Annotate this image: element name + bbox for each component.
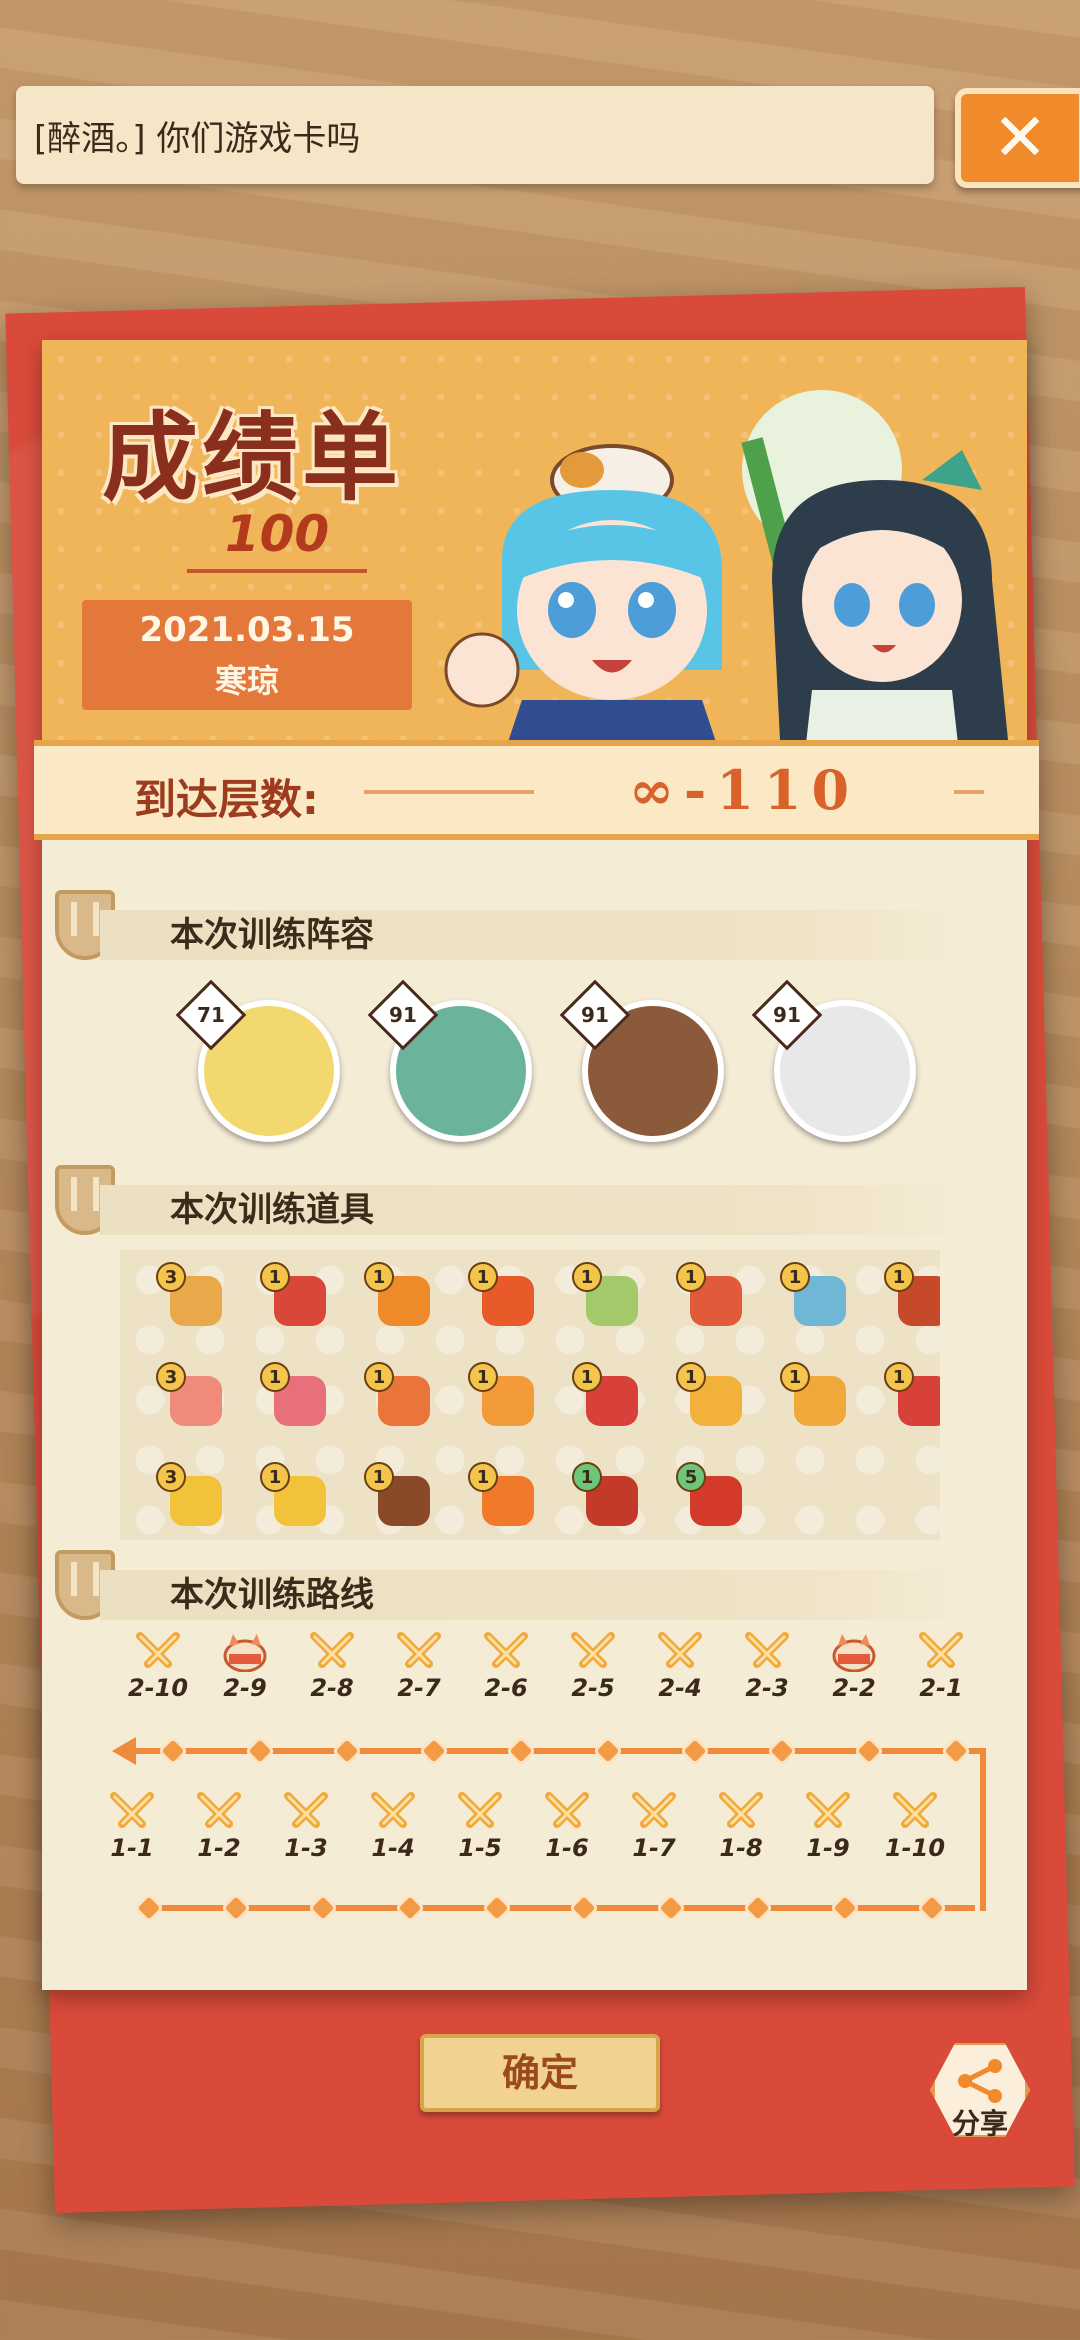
hero-level: 91	[773, 1003, 801, 1027]
item-count: 1	[780, 1262, 810, 1292]
item-slot[interactable]: 1	[780, 1262, 850, 1330]
item-slot[interactable]: 3	[156, 1262, 226, 1330]
item-slot[interactable]: 1	[260, 1362, 330, 1430]
item-slot[interactable]: 1	[884, 1262, 940, 1330]
item-count: 1	[676, 1262, 706, 1292]
close-button[interactable]: ✕	[955, 88, 1080, 188]
item-count: 1	[364, 1262, 394, 1292]
hero-level: 71	[197, 1003, 225, 1027]
items-panel: 3 1 1 1 1 1 1 1 3 1 1 1 1 1 1 1 3 1 1 1 1 5	[120, 1250, 940, 1540]
item-count: 1	[676, 1362, 706, 1392]
share-button[interactable]: 分享	[925, 2040, 1035, 2150]
hero-level: 91	[581, 1003, 609, 1027]
black-hair-character-illustration	[741, 390, 1008, 740]
item-count: 1	[572, 1462, 602, 1492]
item-slot[interactable]: 5	[676, 1462, 746, 1530]
item-slot[interactable]: 1	[260, 1262, 330, 1330]
item-count: 1	[572, 1362, 602, 1392]
chat-message-bar: [醉酒。] 你们游戏卡吗	[16, 86, 934, 184]
floor-label: 到达层数:	[134, 775, 319, 824]
floor-value: ∞-110	[534, 758, 954, 822]
player-name: 寒琼	[214, 662, 279, 700]
item-count: 5	[676, 1462, 706, 1492]
item-count: 3	[156, 1362, 186, 1392]
item-slot[interactable]: 1	[884, 1362, 940, 1430]
report-date: 2021.03.15	[139, 610, 355, 650]
item-slot[interactable]: 1	[676, 1362, 746, 1430]
item-slot[interactable]: 1	[364, 1462, 434, 1530]
item-count: 1	[572, 1262, 602, 1292]
item-slot[interactable]: 1	[260, 1462, 330, 1530]
hero-level: 91	[389, 1003, 417, 1027]
item-slot[interactable]: 1	[468, 1462, 538, 1530]
report-title: 成绩单	[102, 401, 402, 514]
route-section-heading: 本次训练路线	[100, 1570, 970, 1620]
items-section-heading: 本次训练道具	[100, 1185, 970, 1235]
item-slot[interactable]: 3	[156, 1362, 226, 1430]
item-slot[interactable]: 1	[364, 1362, 434, 1430]
item-count: 1	[260, 1462, 290, 1492]
item-slot[interactable]: 1	[572, 1362, 642, 1430]
item-count: 1	[468, 1362, 498, 1392]
item-count: 1	[260, 1362, 290, 1392]
item-slot[interactable]: 3	[156, 1462, 226, 1530]
item-slot[interactable]: 1	[572, 1262, 642, 1330]
floor-reached-bar: 到达层数: ∞-110	[34, 740, 1039, 840]
item-slot[interactable]: 1	[780, 1362, 850, 1430]
item-slot[interactable]: 1	[364, 1262, 434, 1330]
date-player-box: 2021.03.15 寒琼	[82, 600, 412, 710]
chat-message-text: [醉酒。] 你们游戏卡吗	[34, 118, 361, 159]
confirm-button[interactable]: 确定	[420, 2034, 660, 2112]
item-count: 1	[364, 1462, 394, 1492]
team-section-heading: 本次训练阵容	[100, 910, 970, 960]
item-count: 1	[468, 1262, 498, 1292]
item-count: 1	[260, 1262, 290, 1292]
item-count: 1	[780, 1362, 810, 1392]
item-count: 1	[364, 1362, 394, 1392]
item-count: 1	[884, 1262, 914, 1292]
item-count: 1	[884, 1362, 914, 1392]
item-count: 3	[156, 1462, 186, 1492]
report-card: 成绩单 100 2021.03.15 寒琼 到达层数: ∞-110	[34, 340, 1039, 1990]
item-slot[interactable]: 1	[468, 1362, 538, 1430]
item-slot[interactable]: 1	[676, 1262, 746, 1330]
item-slot[interactable]: 1	[468, 1262, 538, 1330]
share-label: 分享	[951, 2107, 1008, 2140]
item-slot[interactable]: 1	[572, 1462, 642, 1530]
item-count: 1	[468, 1462, 498, 1492]
close-icon: ✕	[992, 99, 1048, 176]
report-score: 100	[187, 505, 367, 573]
item-count: 3	[156, 1262, 186, 1292]
report-header: 成绩单 100 2021.03.15 寒琼	[42, 340, 1027, 746]
